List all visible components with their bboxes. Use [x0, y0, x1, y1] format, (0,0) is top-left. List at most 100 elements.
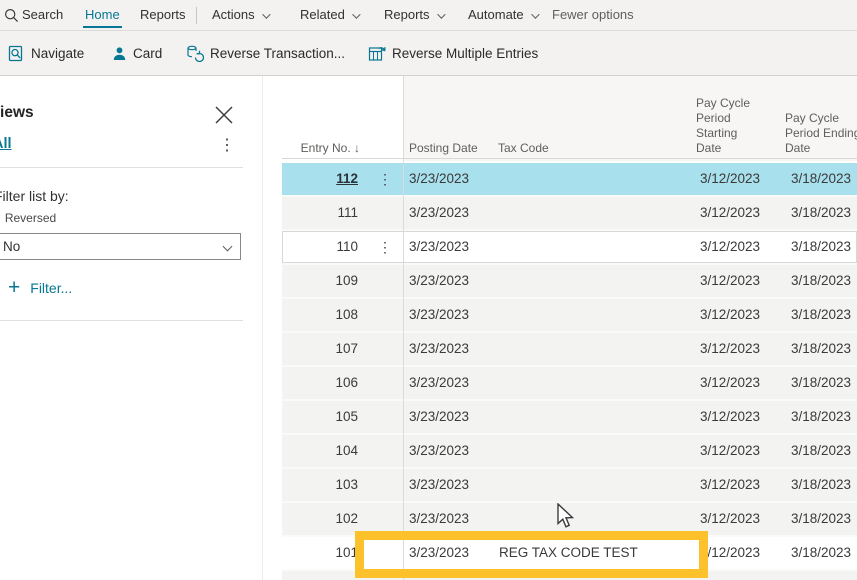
- column-pay-cycle-period-starting-date[interactable]: Pay Cycle Period Starting Date: [696, 96, 760, 156]
- entry-no-link[interactable]: 101: [282, 537, 358, 569]
- pay-cycle-end-cell[interactable]: 3/18/2023: [771, 537, 851, 569]
- pay-cycle-start-cell[interactable]: 3/12/2023: [680, 265, 760, 297]
- table-row[interactable]: 104 ⋮ 3/23/2023 3/12/2023 3/18/2023: [282, 435, 857, 469]
- chevron-down-icon: [262, 10, 270, 18]
- pay-cycle-end-cell[interactable]: 3/18/2023: [771, 401, 851, 433]
- table-row[interactable]: ⋮: [282, 571, 857, 580]
- entry-no-link[interactable]: [282, 571, 358, 580]
- pane-divider: [0, 320, 243, 321]
- entry-no-link[interactable]: 108: [282, 299, 358, 331]
- pay-cycle-end-cell[interactable]: 3/18/2023: [771, 469, 851, 501]
- reverse-transaction-button[interactable]: Reverse Transaction...: [186, 31, 345, 75]
- table-row[interactable]: 105 ⋮ 3/23/2023 3/12/2023 3/18/2023: [282, 401, 857, 435]
- entry-no-link[interactable]: 102: [282, 503, 358, 535]
- row-context-menu-icon[interactable]: ⋮: [378, 231, 392, 263]
- column-posting-date[interactable]: Posting Date: [409, 141, 478, 156]
- tax-code-cell[interactable]: REG TAX CODE TEST: [499, 537, 638, 569]
- row-context-menu-icon[interactable]: ⋮: [378, 163, 392, 195]
- entry-no-link[interactable]: 111: [282, 197, 358, 229]
- posting-date-cell[interactable]: 3/23/2023: [409, 265, 469, 297]
- entry-no-link[interactable]: 104: [282, 435, 358, 467]
- entry-no-link[interactable]: 105: [282, 401, 358, 433]
- menu-fewer-options[interactable]: Fewer options: [552, 0, 634, 30]
- pay-cycle-end-cell[interactable]: 3/18/2023: [771, 435, 851, 467]
- chevron-down-icon: [352, 10, 360, 18]
- table-rows: 112 ⋮ 3/23/2023 3/12/2023 3/18/2023 111 …: [282, 163, 857, 580]
- menu-actions[interactable]: Actions: [212, 0, 268, 30]
- pay-cycle-end-cell[interactable]: 3/18/2023: [771, 163, 851, 195]
- posting-date-cell[interactable]: 3/23/2023: [409, 469, 469, 501]
- table-row[interactable]: 106 ⋮ 3/23/2023 3/12/2023 3/18/2023: [282, 367, 857, 401]
- sort-descending-icon: ↓: [354, 141, 360, 155]
- posting-date-cell[interactable]: 3/23/2023: [409, 367, 469, 399]
- entry-no-link[interactable]: 109: [282, 265, 358, 297]
- table-row[interactable]: 110 ⋮ 3/23/2023 3/12/2023 3/18/2023: [282, 231, 857, 265]
- header-bottom-border: [282, 158, 857, 159]
- posting-date-cell[interactable]: 3/23/2023: [409, 401, 469, 433]
- table-row[interactable]: 112 ⋮ 3/23/2023 3/12/2023 3/18/2023: [282, 163, 857, 197]
- pay-cycle-end-cell[interactable]: 3/18/2023: [771, 265, 851, 297]
- filter-field-reversed: ×Reversed: [0, 211, 56, 225]
- entry-no-link[interactable]: 103: [282, 469, 358, 501]
- table-row[interactable]: 103 ⋮ 3/23/2023 3/12/2023 3/18/2023: [282, 469, 857, 503]
- table-row[interactable]: 107 ⋮ 3/23/2023 3/12/2023 3/18/2023: [282, 333, 857, 367]
- add-filter-link[interactable]: +Filter...: [8, 276, 72, 300]
- pay-cycle-start-cell[interactable]: 3/12/2023: [680, 435, 760, 467]
- reverse-multiple-entries-button[interactable]: Reverse Multiple Entries: [368, 31, 538, 75]
- posting-date-cell[interactable]: 3/23/2023: [409, 435, 469, 467]
- posting-date-cell[interactable]: 3/23/2023: [409, 503, 469, 535]
- posting-date-cell[interactable]: 3/23/2023: [409, 333, 469, 365]
- table-row[interactable]: 109 ⋮ 3/23/2023 3/12/2023 3/18/2023: [282, 265, 857, 299]
- business-central-window: Search Home Reports Actions Related Repo…: [0, 0, 857, 580]
- posting-date-cell[interactable]: 3/23/2023: [409, 299, 469, 331]
- column-tax-code[interactable]: Tax Code: [498, 141, 549, 156]
- pay-cycle-end-cell[interactable]: [771, 571, 851, 580]
- pay-cycle-end-cell[interactable]: 3/18/2023: [771, 231, 851, 263]
- pay-cycle-start-cell[interactable]: 3/12/2023: [680, 163, 760, 195]
- posting-date-cell[interactable]: 3/23/2023: [409, 197, 469, 229]
- pay-cycle-start-cell[interactable]: 3/12/2023: [680, 367, 760, 399]
- posting-date-cell[interactable]: 3/23/2023: [409, 163, 469, 195]
- chevron-down-icon: [437, 10, 445, 18]
- posting-date-cell[interactable]: 3/23/2023: [409, 537, 469, 569]
- table-row[interactable]: 108 ⋮ 3/23/2023 3/12/2023 3/18/2023: [282, 299, 857, 333]
- column-pay-cycle-period-ending-date[interactable]: Pay Cycle Period Ending Date: [785, 111, 857, 156]
- card-button[interactable]: Card: [112, 31, 162, 75]
- pay-cycle-start-cell[interactable]: 3/12/2023: [680, 469, 760, 501]
- table-row[interactable]: 102 ⋮ 3/23/2023 3/12/2023 3/18/2023: [282, 503, 857, 537]
- table-header: Entry No. ↓ Posting Date Tax Code Pay Cy…: [0, 76, 857, 161]
- pay-cycle-start-cell[interactable]: 3/12/2023: [680, 401, 760, 433]
- pay-cycle-start-cell[interactable]: 3/12/2023: [680, 333, 760, 365]
- column-entry-no[interactable]: Entry No. ↓: [301, 141, 360, 156]
- entry-no-link[interactable]: 106: [282, 367, 358, 399]
- entry-no-link[interactable]: 112: [282, 163, 358, 195]
- pay-cycle-end-cell[interactable]: 3/18/2023: [771, 333, 851, 365]
- reverse-transaction-icon: [186, 44, 204, 62]
- entry-no-link[interactable]: 107: [282, 333, 358, 365]
- table-row[interactable]: 111 ⋮ 3/23/2023 3/12/2023 3/18/2023: [282, 197, 857, 231]
- menu-related[interactable]: Related: [300, 0, 358, 30]
- reverse-multiple-entries-icon: [368, 44, 386, 62]
- pay-cycle-start-cell[interactable]: 3/12/2023: [680, 537, 760, 569]
- menu-automate[interactable]: Automate: [468, 0, 537, 30]
- entry-no-link[interactable]: 110: [282, 231, 358, 263]
- pay-cycle-end-cell[interactable]: 3/18/2023: [771, 197, 851, 229]
- pay-cycle-start-cell[interactable]: 3/12/2023: [680, 503, 760, 535]
- pay-cycle-end-cell[interactable]: 3/18/2023: [771, 503, 851, 535]
- table-row[interactable]: 101 ⋮ 3/23/2023 REG TAX CODE TEST 3/12/2…: [282, 537, 857, 571]
- pay-cycle-end-cell[interactable]: 3/18/2023: [771, 299, 851, 331]
- posting-date-cell[interactable]: 3/23/2023: [409, 231, 469, 263]
- tab-reports[interactable]: Reports: [140, 0, 186, 30]
- tab-home[interactable]: Home: [85, 0, 120, 30]
- navigate-button[interactable]: Navigate: [8, 31, 84, 75]
- pay-cycle-start-cell[interactable]: 3/12/2023: [680, 231, 760, 263]
- pay-cycle-start-cell[interactable]: [680, 571, 760, 580]
- menu-divider: [196, 7, 197, 24]
- menu-reports[interactable]: Reports: [384, 0, 443, 30]
- pay-cycle-end-cell[interactable]: 3/18/2023: [771, 367, 851, 399]
- pay-cycle-start-cell[interactable]: 3/12/2023: [680, 299, 760, 331]
- pay-cycle-start-cell[interactable]: 3/12/2023: [680, 197, 760, 229]
- frozen-column-divider: [403, 76, 404, 580]
- reversed-filter-dropdown[interactable]: No: [0, 233, 241, 260]
- menu-search[interactable]: Search: [22, 0, 63, 30]
